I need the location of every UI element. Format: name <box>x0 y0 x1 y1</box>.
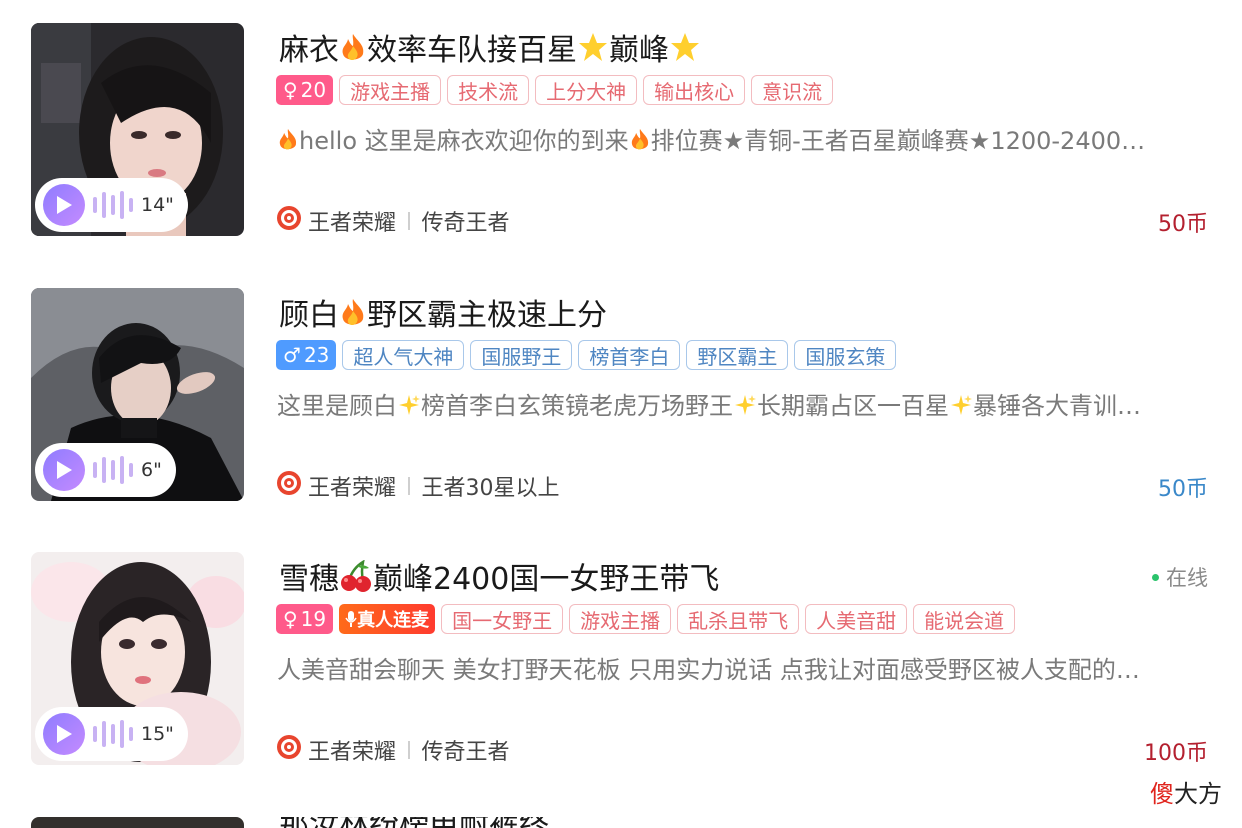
microphone-icon <box>345 611 357 627</box>
waveform-icon <box>93 190 133 220</box>
game-name: 王者荣耀 <box>308 476 397 501</box>
watermark: 傻大方 <box>1150 780 1222 808</box>
female-icon: ♀ <box>283 78 298 102</box>
tag: 国服玄策 <box>794 340 897 370</box>
tag: 超人气大神 <box>342 340 465 370</box>
play-icon[interactable] <box>43 184 85 226</box>
card-description: hello 这里是麻衣欢迎你的到来 排位赛★青铜-王者百星巅峰赛★1200-240… <box>277 121 1217 158</box>
tag-row: ♂ 23 超人气大神 国服野王 榜首李白 野区霸主 国服玄策 <box>276 340 897 370</box>
title-text: 野区霸主极速上分 <box>367 298 607 333</box>
cherry-icon <box>339 559 373 600</box>
tag: 国服野王 <box>470 340 573 370</box>
avatar-photo[interactable]: 14" <box>31 23 244 236</box>
game-target-icon <box>276 470 302 502</box>
price-label: 50币 <box>1158 477 1208 502</box>
female-icon: ♀ <box>283 607 298 631</box>
gender-age-badge: ♀ 20 <box>276 75 334 105</box>
voice-intro-button[interactable]: 6" <box>35 443 176 497</box>
sparkle-icon <box>397 393 421 423</box>
tag: 技术流 <box>447 75 530 105</box>
online-dot-icon <box>1152 573 1159 581</box>
tag: 国一女野王 <box>441 604 564 634</box>
divider <box>408 477 410 495</box>
game-target-icon <box>276 734 302 766</box>
title-name: 雪穗 <box>279 562 339 597</box>
voice-duration: 6" <box>141 459 162 481</box>
avatar-photo[interactable]: 15" <box>31 552 244 765</box>
card-description: 人美音甜会聊天 美女打野天花板 只用实力说话 点我让对面感受野区被人支配的… <box>277 656 1140 684</box>
card-title[interactable]: 那汝林纷榜电耐裤终 <box>279 817 549 828</box>
title-name: 麻衣 <box>279 33 339 68</box>
tag: 意识流 <box>751 75 834 105</box>
tag: 上分大神 <box>535 75 638 105</box>
tag: 榜首李白 <box>578 340 681 370</box>
game-target-icon <box>276 205 302 237</box>
fire-icon <box>277 128 299 158</box>
game-info: 王者荣耀 王者30星以上 <box>276 470 560 502</box>
game-rank: 王者30星以上 <box>421 476 560 501</box>
tag: 野区霸主 <box>686 340 789 370</box>
waveform-icon <box>93 455 133 485</box>
companion-card[interactable]: 6" 顾白 野区霸主极速上分 ♂ 23 超人气大神 国服野王 榜首李白 野区霸主 … <box>0 288 1242 518</box>
male-icon: ♂ <box>283 343 301 367</box>
price-label: 50币 <box>1158 212 1208 237</box>
price-label: 100币 <box>1144 741 1208 766</box>
companion-card-partial[interactable]: 那汝林纷榜电耐裤终 <box>0 817 1242 828</box>
tag: 人美音甜 <box>805 604 908 634</box>
voice-duration: 15" <box>141 723 174 745</box>
play-icon[interactable] <box>43 449 85 491</box>
game-name: 王者荣耀 <box>308 740 397 765</box>
card-title[interactable]: 顾白 野区霸主极速上分 <box>279 290 607 336</box>
voice-intro-button[interactable]: 14" <box>35 178 188 232</box>
voice-duration: 14" <box>141 194 174 216</box>
title-text: 巅峰2400国一女野王带飞 <box>373 562 720 597</box>
sparkle-icon <box>949 393 973 423</box>
card-title[interactable]: 麻衣 效率车队接百星 巅峰 <box>279 25 701 71</box>
waveform-icon <box>93 719 133 749</box>
tag: 能说会道 <box>913 604 1016 634</box>
fire-icon <box>339 298 367 336</box>
gender-age-badge: ♂ 23 <box>276 340 337 370</box>
game-name: 王者荣耀 <box>308 211 397 236</box>
fire-icon <box>629 128 651 158</box>
companion-card[interactable]: 14" 麻衣 效率车队接百星 巅峰 ♀ 20 游戏主播 技术流 上分大神 输出核心 … <box>0 23 1242 253</box>
avatar-photo[interactable] <box>31 817 244 828</box>
game-info: 王者荣耀 传奇王者 <box>276 205 510 237</box>
live-voice-badge: 真人连麦 <box>339 604 436 634</box>
tag: 游戏主播 <box>569 604 672 634</box>
tag-row: ♀ 19 真人连麦 国一女野王 游戏主播 乱杀且带飞 人美音甜 能说会道 <box>276 604 1016 634</box>
tag: 乱杀且带飞 <box>677 604 800 634</box>
card-description: 这里是顾白 榜首李白玄策镜老虎万场野王 长期霸占区一百星 暴锤各大青训… <box>277 386 1217 423</box>
tag: 游戏主播 <box>339 75 442 105</box>
game-rank: 传奇王者 <box>421 211 510 236</box>
companion-card[interactable]: 15" 雪穗 巅峰2400国一女野王带飞 在线 ♀ 19 真人连麦 国一女野王 游… <box>0 552 1242 782</box>
title-name: 顾白 <box>279 298 339 333</box>
title-text: 效率车队接百星 <box>367 33 577 68</box>
title-text-2: 巅峰 <box>609 33 669 68</box>
sparkle-icon <box>733 393 757 423</box>
online-status: 在线 <box>1152 562 1208 592</box>
gender-age-badge: ♀ 19 <box>276 604 334 634</box>
fire-icon <box>339 33 367 71</box>
voice-intro-button[interactable]: 15" <box>35 707 188 761</box>
play-icon[interactable] <box>43 713 85 755</box>
star-icon <box>669 31 701 71</box>
card-title[interactable]: 雪穗 巅峰2400国一女野王带飞 <box>279 554 719 600</box>
avatar-photo[interactable]: 6" <box>31 288 244 501</box>
tag: 输出核心 <box>643 75 746 105</box>
divider <box>408 212 410 230</box>
divider <box>408 741 410 759</box>
game-rank: 传奇王者 <box>421 740 510 765</box>
game-info: 王者荣耀 传奇王者 <box>276 734 510 766</box>
star-icon <box>577 31 609 71</box>
tag-row: ♀ 20 游戏主播 技术流 上分大神 输出核心 意识流 <box>276 75 834 105</box>
